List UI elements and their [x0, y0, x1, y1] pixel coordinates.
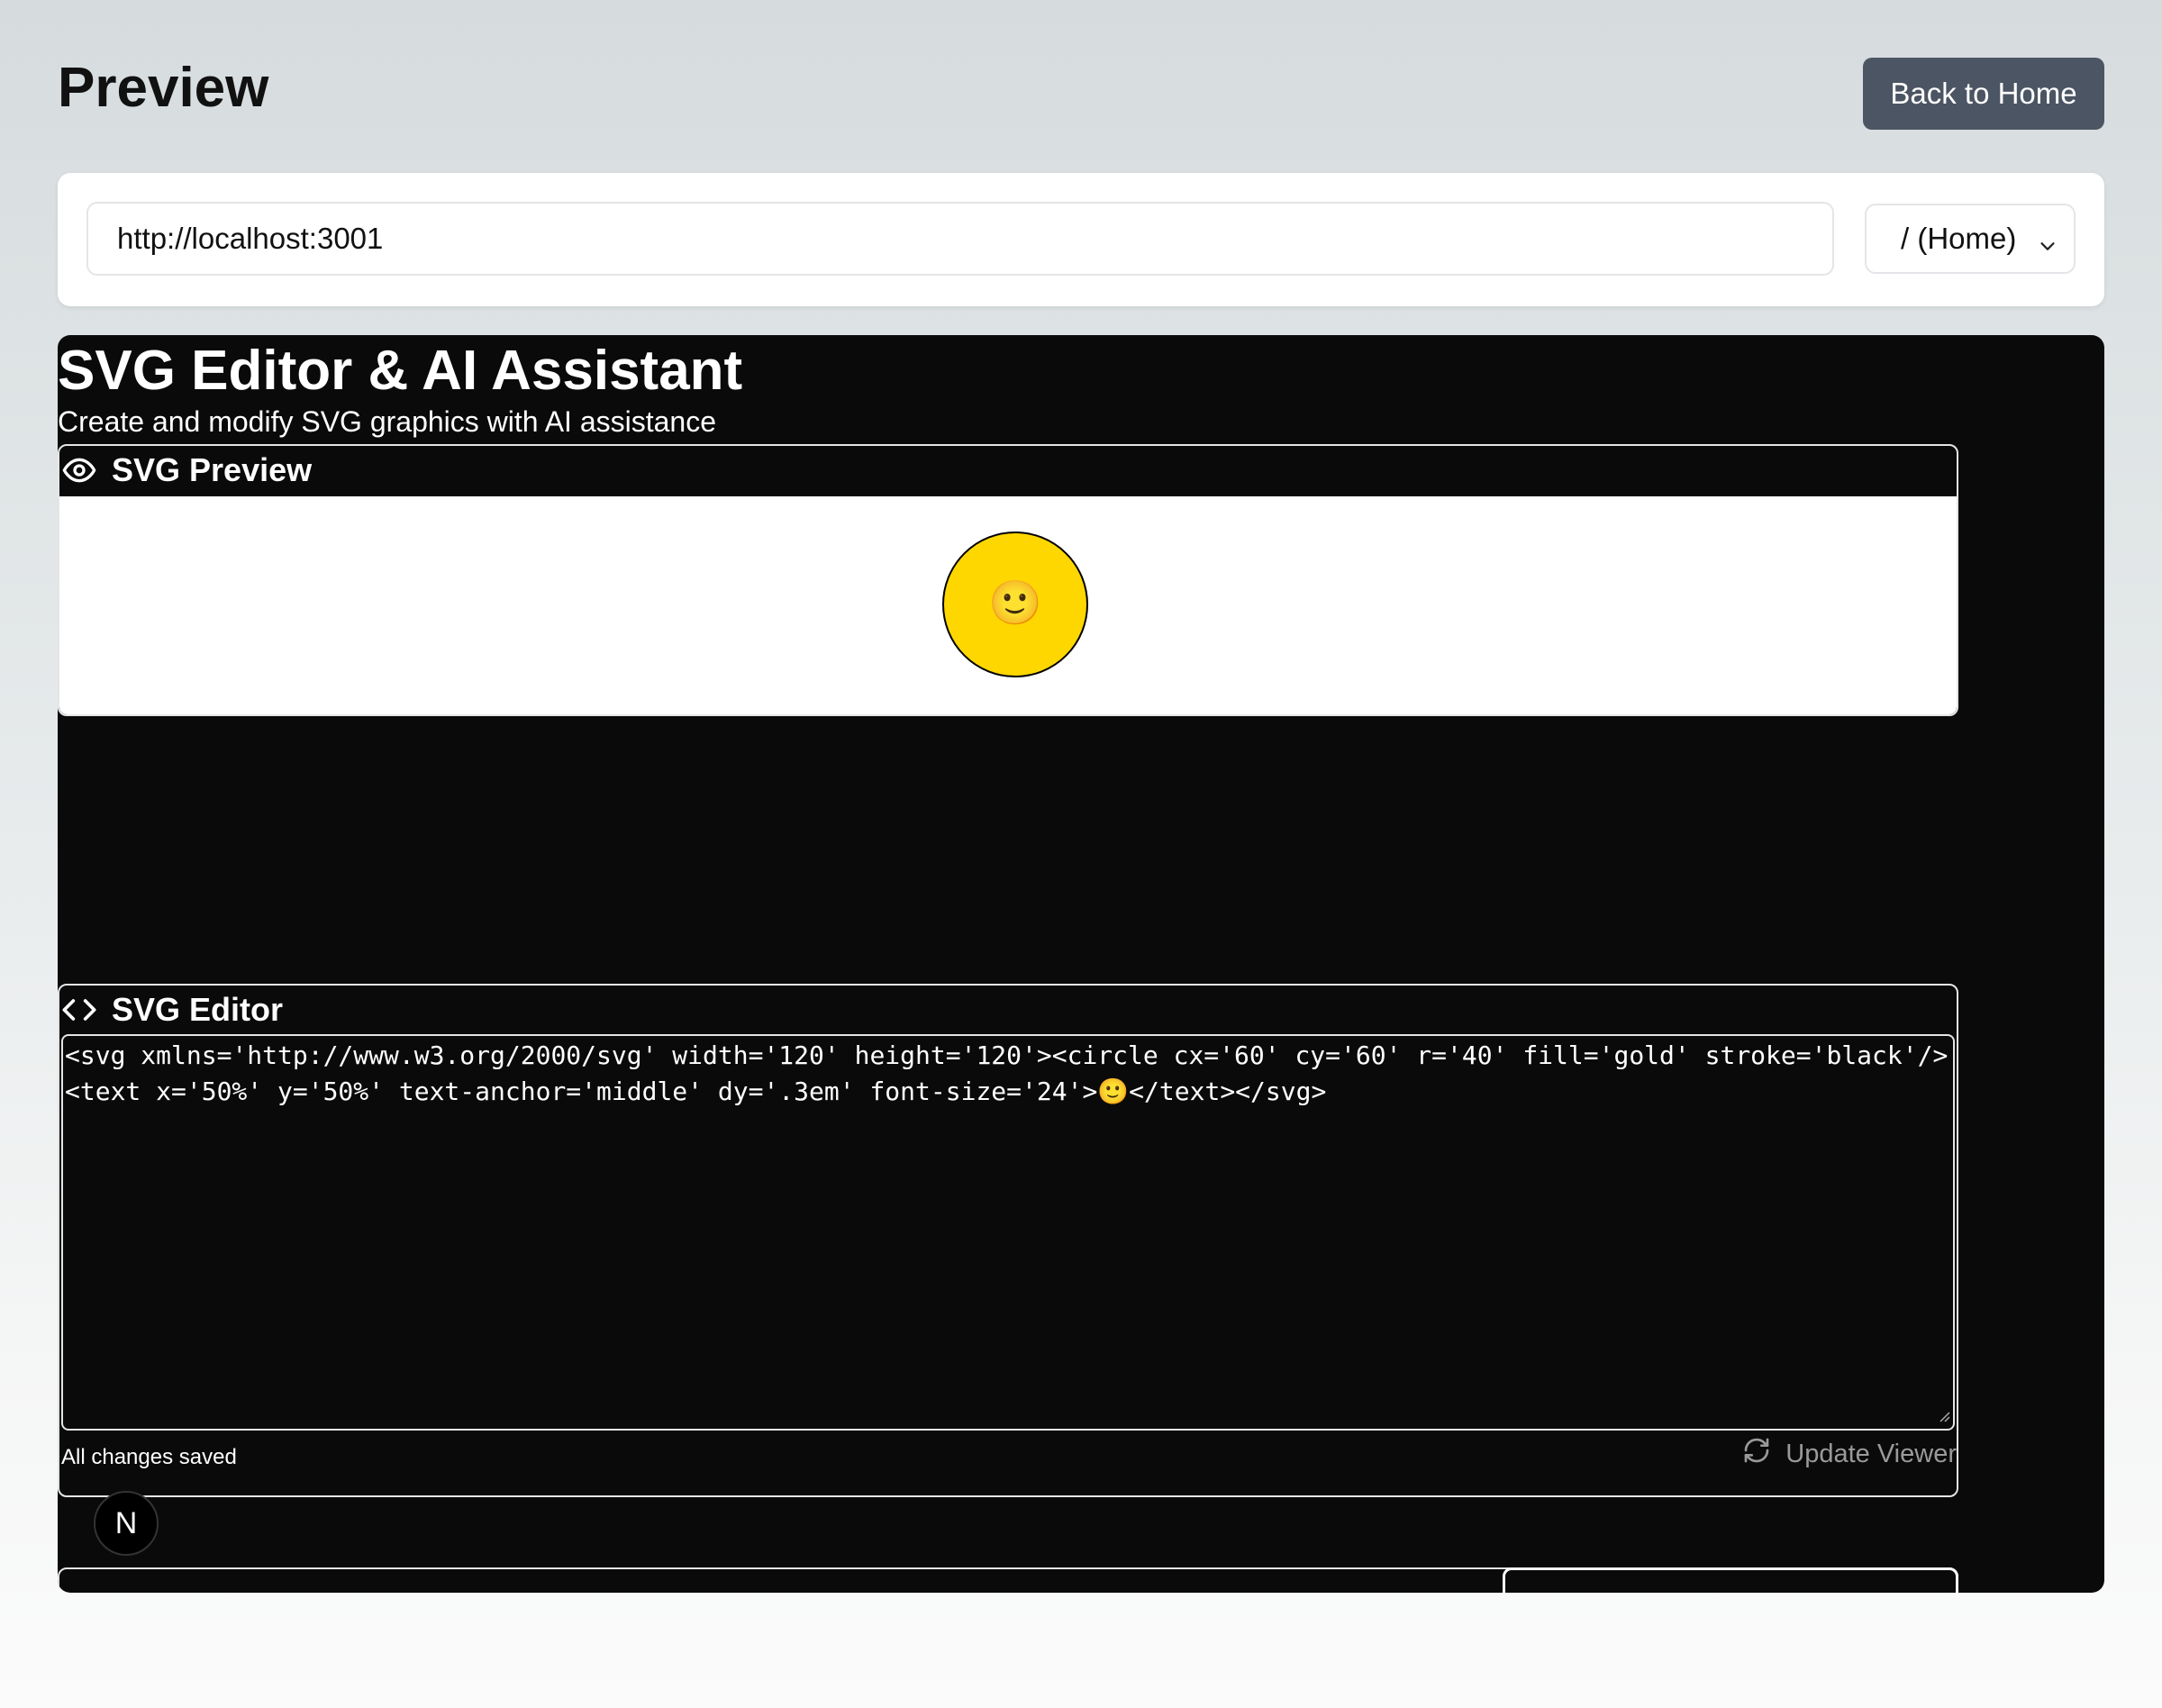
url-bar-card: / (Home): [58, 173, 2104, 306]
nextjs-dev-badge[interactable]: N: [94, 1491, 159, 1556]
smiley-emoji: 🙂: [988, 579, 1042, 627]
save-status: All changes saved: [61, 1445, 237, 1469]
update-viewer-button[interactable]: Update Viewer: [1742, 1436, 1957, 1472]
svg-preview-panel: SVG Preview 🙂: [58, 444, 1958, 716]
svg-editor-heading: SVG Editor: [112, 991, 284, 1028]
route-select-value: / (Home): [1901, 222, 2017, 255]
svg-preview-heading: SVG Preview: [112, 451, 313, 488]
svg-code-textarea[interactable]: <svg xmlns='http://www.w3.org/2000/svg' …: [61, 1034, 1955, 1431]
app-title: SVG Editor & AI Assistant: [58, 340, 743, 402]
route-select[interactable]: / (Home): [1865, 204, 2076, 274]
chat-input-partial[interactable]: [1503, 1567, 1958, 1593]
code-icon: [61, 992, 97, 1028]
svg-preview-header: SVG Preview: [59, 446, 1957, 495]
page-title: Preview: [58, 57, 269, 119]
svg-editor-panel: SVG Editor <svg xmlns='http://www.w3.org…: [58, 984, 1958, 1497]
preview-iframe: SVG Editor & AI Assistant Create and mod…: [58, 335, 2104, 1593]
update-viewer-label: Update Viewer: [1785, 1439, 1957, 1468]
svg-editor-header: SVG Editor: [59, 986, 1957, 1034]
back-to-home-button[interactable]: Back to Home: [1863, 58, 2104, 130]
refresh-icon: [1742, 1436, 1771, 1472]
svg-preview-canvas: 🙂: [59, 496, 1957, 714]
chevron-down-icon: [2038, 229, 2058, 263]
resize-handle-icon[interactable]: [1937, 1409, 1951, 1428]
url-input[interactable]: [86, 202, 1834, 276]
svg-render: 🙂: [942, 531, 1088, 677]
app-subtitle: Create and modify SVG graphics with AI a…: [58, 405, 717, 438]
eye-icon: [61, 452, 97, 488]
